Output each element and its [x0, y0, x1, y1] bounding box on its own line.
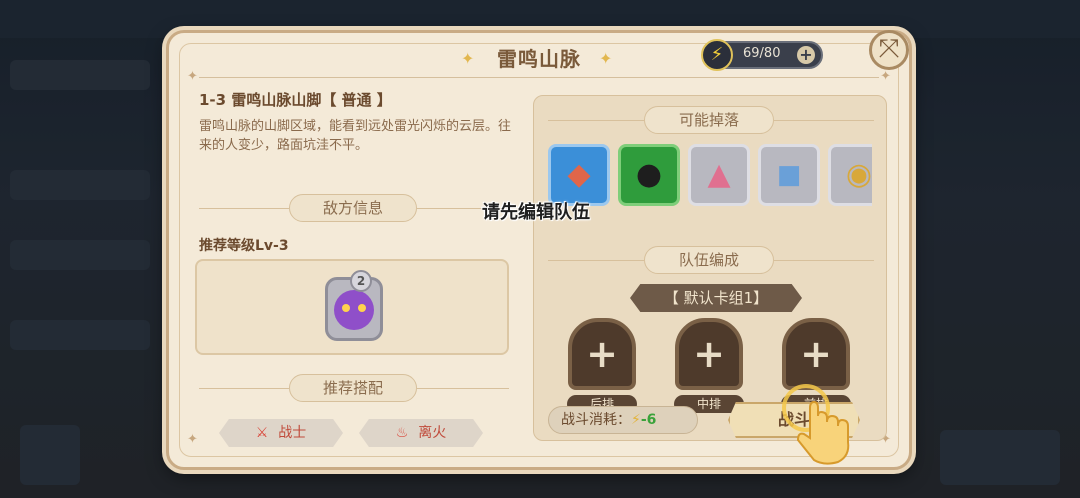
divider-line [199, 208, 289, 209]
stage-title: 1-3 雷鸣山脉山脚【 普通 】 [199, 91, 392, 109]
dialog-title: 雷鸣山脉 [497, 47, 581, 71]
divider-line [417, 388, 509, 389]
close-button[interactable]: ⤧ [869, 30, 909, 70]
battle-cost: 战斗消耗：⚡-6 [548, 406, 698, 434]
drops-list[interactable]: ◆ ● ▲ ■ ◉ [548, 144, 872, 210]
purple-monster-icon [334, 290, 374, 330]
red-crystal-icon: ◆ [567, 157, 591, 192]
drop-item[interactable]: ◆ [548, 144, 610, 206]
enemy-level-badge: 2 [350, 270, 372, 292]
sparkle-icon: ✦ [599, 49, 613, 68]
lightning-icon: ⚡ [631, 412, 641, 428]
pink-cloth-icon: ▲ [707, 157, 731, 192]
add-energy-button[interactable]: + [797, 46, 815, 64]
divider-line [548, 260, 644, 261]
fire-icon: ♨ [395, 425, 409, 441]
recommended-level: 推荐等级Lv-3 [199, 238, 289, 254]
team-slot-middle[interactable]: + [675, 318, 743, 390]
recommend-tag-fire[interactable]: ♨ 离火 [359, 419, 483, 447]
lightning-icon: ⚡ [701, 39, 733, 71]
monster-eye [342, 304, 350, 312]
energy-counter: ⚡ 69/80 + [701, 39, 823, 71]
recommend-tag-label: 离火 [418, 425, 447, 441]
divider-line [548, 120, 644, 121]
stage-description: 雷鸣山脉的山脚区域，能看到远处雷光闪烁的云层。往来的人变少，路面坑洼不平。 [199, 119, 512, 153]
drop-item[interactable]: ● [618, 144, 680, 206]
recommend-header: 推荐搭配 [289, 374, 417, 402]
title-divider [199, 77, 879, 78]
divider-line [774, 120, 874, 121]
deck-name[interactable]: 【 默认卡组1】 [630, 284, 802, 312]
exp-book-icon: ■ [776, 160, 802, 190]
cost-label: 战斗消耗： [561, 412, 631, 428]
team-slot-back[interactable]: + [568, 318, 636, 390]
enemy-list: 2 [195, 259, 509, 355]
sparkle-icon: ✦ [461, 49, 475, 68]
drop-item[interactable]: ◉ [828, 144, 872, 206]
corner-ornament-icon: ✦ [187, 432, 198, 447]
black-ore-icon: ● [635, 157, 663, 192]
team-header: 队伍编成 [644, 246, 774, 274]
energy-value: 69/80 [743, 46, 781, 61]
divider-line [774, 260, 874, 261]
plus-icon: + [586, 332, 618, 376]
enemy-card[interactable]: 2 [325, 270, 383, 341]
monster-eye [358, 304, 366, 312]
drops-header: 可能掉落 [644, 106, 774, 134]
gold-coin-icon: ◉ [845, 157, 872, 192]
pointer-hand-icon [782, 384, 850, 465]
recommend-tag-label: 战士 [278, 425, 307, 441]
close-icon: ⤧ [878, 34, 900, 64]
recommend-tag-warrior[interactable]: ⚔ 战士 [219, 419, 343, 447]
plus-icon: + [800, 332, 832, 376]
cost-value: -6 [640, 412, 657, 428]
enemy-info-header: 敌方信息 [289, 194, 417, 222]
sword-icon: ⚔ [255, 425, 269, 441]
plus-icon: + [693, 332, 725, 376]
drop-item[interactable]: ■ [758, 144, 820, 206]
toast-message: 请先编辑队伍 [482, 202, 590, 223]
divider-line [199, 388, 289, 389]
drop-item[interactable]: ▲ [688, 144, 750, 206]
